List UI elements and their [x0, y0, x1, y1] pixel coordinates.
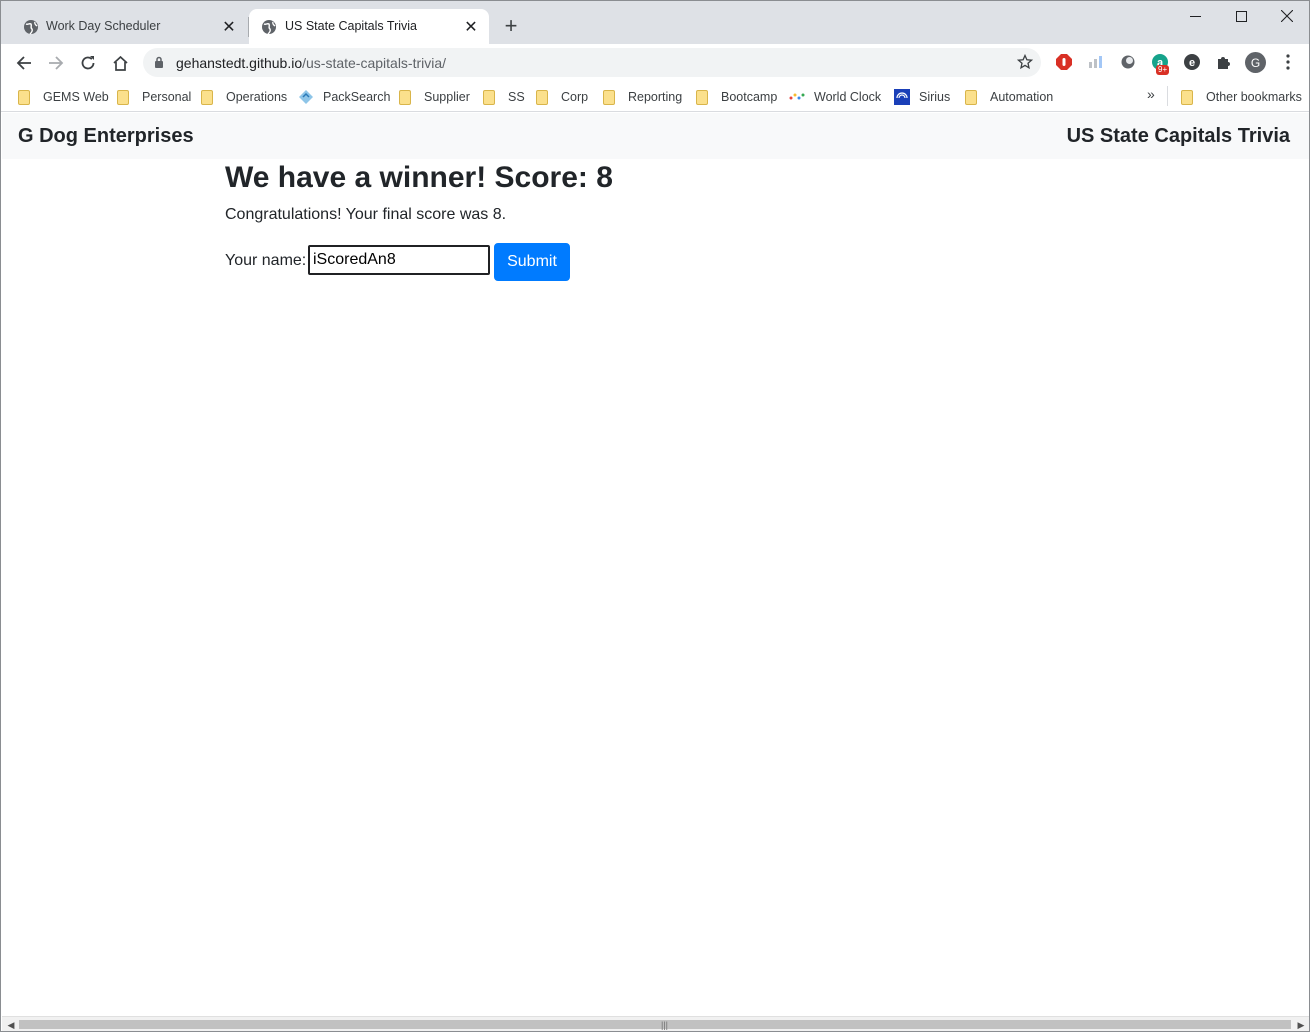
bookmark-supplier[interactable]: Supplier [399, 86, 470, 108]
name-label: Your name: [225, 252, 307, 269]
back-arrow-icon [16, 56, 31, 70]
chevron-more-bookmarks-icon[interactable]: » [1147, 86, 1155, 102]
forward-arrow-icon [49, 56, 64, 70]
folder-icon [696, 89, 708, 105]
browser-toolbar: gehanstedt.github.io/us-state-capitals-t… [1, 44, 1309, 81]
svg-text:e: e [1189, 57, 1195, 69]
bookmark-corp[interactable]: Corp [536, 86, 588, 108]
submit-button[interactable]: Submit [494, 243, 570, 281]
globe-icon [262, 20, 276, 35]
bookmark-other-bookmarks[interactable]: Other bookmarks [1181, 86, 1302, 108]
packsearch-icon [298, 89, 314, 105]
home-icon [112, 55, 128, 71]
scroll-left-icon[interactable]: ◀ [4, 1019, 18, 1031]
bookmarks-divider [1167, 86, 1168, 106]
bookmark-sirius[interactable]: Sirius [894, 86, 950, 108]
forward-button[interactable] [43, 50, 69, 76]
scroll-right-icon[interactable]: ▶ [1294, 1019, 1308, 1031]
bookmarks-bar: GEMS Web Personal Operations PackSearch … [1, 81, 1309, 112]
bookmark-label: GEMS Web [43, 90, 109, 104]
puzzle-extensions-icon[interactable] [1214, 52, 1234, 72]
back-button[interactable] [11, 50, 37, 76]
horizontal-scrollbar[interactable]: ◀ ||| ▶ [2, 1016, 1309, 1031]
folder-icon [483, 89, 495, 105]
minimize-button[interactable] [1172, 1, 1218, 31]
scrollbar-thumb[interactable]: ||| [19, 1020, 1291, 1030]
adblock-extension-icon[interactable] [1054, 52, 1074, 72]
minimize-icon [1189, 15, 1201, 17]
tab-title: Work Day Scheduler [46, 19, 161, 33]
close-tab-icon[interactable]: ✕ [221, 19, 237, 36]
url-text: gehanstedt.github.io/us-state-capitals-t… [176, 55, 446, 71]
globe-icon [24, 20, 38, 35]
circle-extension-icon[interactable] [1118, 52, 1138, 72]
window-close-button[interactable] [1264, 1, 1309, 31]
folder-icon [18, 89, 30, 105]
folder-icon [1181, 89, 1193, 105]
sirius-icon [894, 89, 910, 105]
folder-icon [399, 89, 411, 105]
bookmark-label: Personal [142, 90, 192, 104]
maximize-icon [1235, 10, 1247, 22]
url-path: /us-state-capitals-trivia/ [302, 55, 447, 71]
final-score-message: Congratulations! Your final score was 8. [225, 206, 507, 223]
bookmark-world-clock[interactable]: World Clock [789, 86, 881, 108]
tab-us-state-capitals-trivia[interactable]: US State Capitals Trivia ✕ [249, 9, 489, 44]
folder-icon [965, 89, 977, 105]
tab-strip: Work Day Scheduler ✕ US State Capitals T… [1, 1, 1309, 44]
grip-icon: ||| [661, 1020, 669, 1030]
bookmark-label: Operations [226, 90, 288, 104]
new-tab-button[interactable]: + [499, 15, 523, 39]
folder-icon [603, 89, 615, 105]
name-input[interactable] [308, 245, 490, 275]
tab-work-day-scheduler[interactable]: Work Day Scheduler ✕ [9, 9, 247, 44]
reload-icon [81, 56, 95, 70]
bookmark-label: Supplier [424, 90, 470, 104]
extension-icon[interactable] [1086, 52, 1106, 72]
extension-badge: 9+ [1156, 65, 1170, 75]
bookmark-label: Reporting [628, 90, 683, 104]
e-extension-icon[interactable]: e [1182, 52, 1202, 72]
bookmark-reporting[interactable]: Reporting [603, 86, 682, 108]
bookmark-label: PackSearch [323, 90, 391, 104]
folder-icon [536, 89, 548, 105]
bookmark-ss[interactable]: SS [483, 86, 525, 108]
bookmark-label: Automation [990, 90, 1054, 104]
url-host: gehanstedt.github.io [176, 55, 303, 71]
address-bar[interactable]: gehanstedt.github.io/us-state-capitals-t… [143, 48, 1041, 77]
navbar-brand[interactable]: G Dog Enterprises [18, 125, 194, 148]
bookmark-automation[interactable]: Automation [965, 86, 1053, 108]
navbar-title: US State Capitals Trivia [1066, 125, 1290, 147]
more-menu-icon[interactable] [1278, 52, 1298, 72]
bookmark-label: Corp [561, 90, 589, 104]
close-icon [1281, 10, 1293, 22]
folder-icon [201, 89, 213, 105]
bookmark-label: Other bookmarks [1206, 90, 1302, 104]
bookmark-label: Sirius [919, 90, 951, 104]
close-tab-icon[interactable]: ✕ [463, 19, 479, 36]
navbar: G Dog Enterprises US State Capitals Triv… [2, 113, 1309, 159]
winner-heading: We have a winner! Score: 8 [225, 161, 613, 194]
page-content: G Dog Enterprises US State Capitals Triv… [2, 113, 1309, 1017]
home-button[interactable] [107, 50, 133, 76]
browser-window: Work Day Scheduler ✕ US State Capitals T… [0, 0, 1310, 1032]
folder-icon [117, 89, 129, 105]
bookmark-label: Bootcamp [721, 90, 778, 104]
maximize-button[interactable] [1218, 1, 1264, 31]
profile-avatar[interactable]: G [1245, 52, 1266, 73]
tab-title: US State Capitals Trivia [285, 19, 417, 33]
bookmark-label: World Clock [814, 90, 882, 104]
bookmark-operations[interactable]: Operations [201, 86, 287, 108]
reload-button[interactable] [75, 50, 101, 76]
bookmark-packsearch[interactable]: PackSearch [298, 86, 390, 108]
lock-icon [155, 56, 163, 68]
bookmark-personal[interactable]: Personal [117, 86, 191, 108]
bookmark-label: SS [508, 90, 525, 104]
bookmark-bootcamp[interactable]: Bootcamp [696, 86, 777, 108]
world-clock-icon [789, 89, 805, 105]
bookmark-gems-web[interactable]: GEMS Web [18, 86, 109, 108]
bookmark-star-icon[interactable] [1017, 54, 1033, 70]
